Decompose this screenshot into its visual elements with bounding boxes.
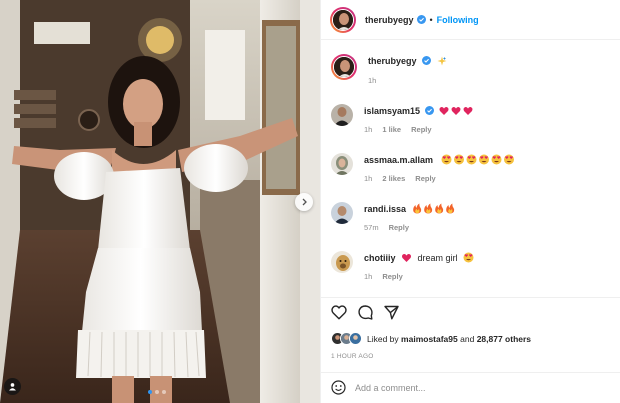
smiley-icon (331, 379, 346, 395)
comment-item: chotiiiy dream girl 1h Reply (331, 251, 474, 281)
comment-item: randi.issa 57m Reply (331, 202, 456, 232)
likes-summary: Liked by maimostafa95 and 28,877 others (331, 332, 531, 345)
carousel-indicator (148, 390, 166, 394)
post-panel: therubyegy • Following therubyegy 1h isl… (320, 0, 620, 403)
comment-item: islamsyam15 1h 1 like Reply (331, 104, 475, 134)
comment-time[interactable]: 57m (364, 223, 379, 232)
commenter-avatar[interactable] (331, 153, 353, 175)
comment-likes[interactable]: 2 likes (382, 174, 405, 183)
like-button[interactable] (331, 305, 347, 322)
post-photo[interactable] (0, 0, 320, 403)
caption-username[interactable]: therubyegy (368, 56, 417, 66)
heart-eyes-icon (441, 154, 514, 165)
commenter-avatar-image (331, 202, 353, 224)
emoji-picker-button[interactable] (331, 379, 346, 397)
carousel-dot-active (148, 390, 152, 394)
comment-input[interactable] (355, 383, 595, 393)
fire-icon (412, 203, 454, 214)
user-tag-icon (9, 383, 16, 391)
comment-text: dream girl (417, 253, 458, 263)
author-username[interactable]: therubyegy (365, 15, 414, 25)
carousel-dot (162, 390, 166, 394)
action-icons (331, 305, 399, 322)
paper-plane-icon (384, 305, 399, 320)
next-photo-button[interactable] (295, 193, 313, 211)
heart-eyes-icon (463, 252, 474, 263)
commenter-avatar-image (331, 251, 353, 273)
liker-avatars[interactable] (331, 332, 362, 345)
reply-button[interactable]: Reply (415, 174, 435, 183)
commenter-username[interactable]: randi.issa (364, 204, 406, 214)
verified-badge-icon (416, 15, 426, 24)
following-button[interactable]: Following (437, 15, 479, 25)
commenter-avatar[interactable] (331, 202, 353, 224)
reply-button[interactable]: Reply (411, 125, 431, 134)
liked-by-others[interactable]: 28,877 others (477, 334, 531, 344)
commenter-avatar-image (331, 153, 353, 175)
liked-by-conjunction: and (460, 333, 475, 344)
commenter-avatar[interactable] (331, 104, 353, 126)
sparkles-icon (437, 56, 447, 66)
commenter-avatar-image (331, 104, 353, 126)
photo-scene (0, 0, 320, 403)
comment-item: assmaa.m.allam 1h 2 likes Reply (331, 153, 515, 183)
caption-time[interactable]: 1h (368, 76, 376, 85)
reply-button[interactable]: Reply (382, 272, 402, 281)
verified-badge-icon (424, 106, 434, 115)
heart-outline-icon (331, 305, 347, 320)
liked-by-user[interactable]: maimostafa95 (401, 334, 458, 344)
comments-list: therubyegy 1h islamsyam15 1h 1 like Repl… (321, 41, 620, 297)
post-actions: Liked by maimostafa95 and 28,877 others … (321, 297, 620, 372)
commenter-username[interactable]: islamsyam15 (364, 106, 420, 116)
verified-badge-icon (422, 56, 432, 65)
liker-avatar (349, 332, 362, 345)
red-heart-icon (402, 253, 412, 262)
chevron-right-icon (302, 198, 307, 206)
red-heart-icon (439, 106, 473, 115)
user-tags-button[interactable] (4, 378, 21, 395)
commenter-avatar[interactable] (331, 251, 353, 273)
add-comment-bar (321, 372, 620, 403)
post-time-ago[interactable]: 1 HOUR AGO (331, 353, 373, 360)
carousel-dot (155, 390, 159, 394)
caption-avatar[interactable] (331, 54, 357, 80)
comment-button[interactable] (358, 305, 373, 322)
comment-time[interactable]: 1h (364, 125, 372, 134)
comment-time[interactable]: 1h (364, 272, 372, 281)
share-button[interactable] (384, 305, 399, 322)
post-caption: therubyegy 1h (331, 54, 447, 85)
comment-time[interactable]: 1h (364, 174, 372, 183)
comment-likes[interactable]: 1 like (382, 125, 401, 134)
caption-avatar-image (334, 57, 354, 77)
commenter-username[interactable]: chotiiiy (364, 253, 396, 263)
comment-bubble-icon (358, 305, 373, 320)
reply-button[interactable]: Reply (389, 223, 409, 232)
liked-by-prefix: Liked by (367, 333, 399, 344)
commenter-username[interactable]: assmaa.m.allam (364, 155, 433, 165)
post-header: therubyegy • Following (321, 0, 620, 40)
author-avatar-image (333, 9, 353, 30)
separator-dot: • (429, 14, 433, 25)
author-avatar[interactable] (330, 6, 356, 33)
